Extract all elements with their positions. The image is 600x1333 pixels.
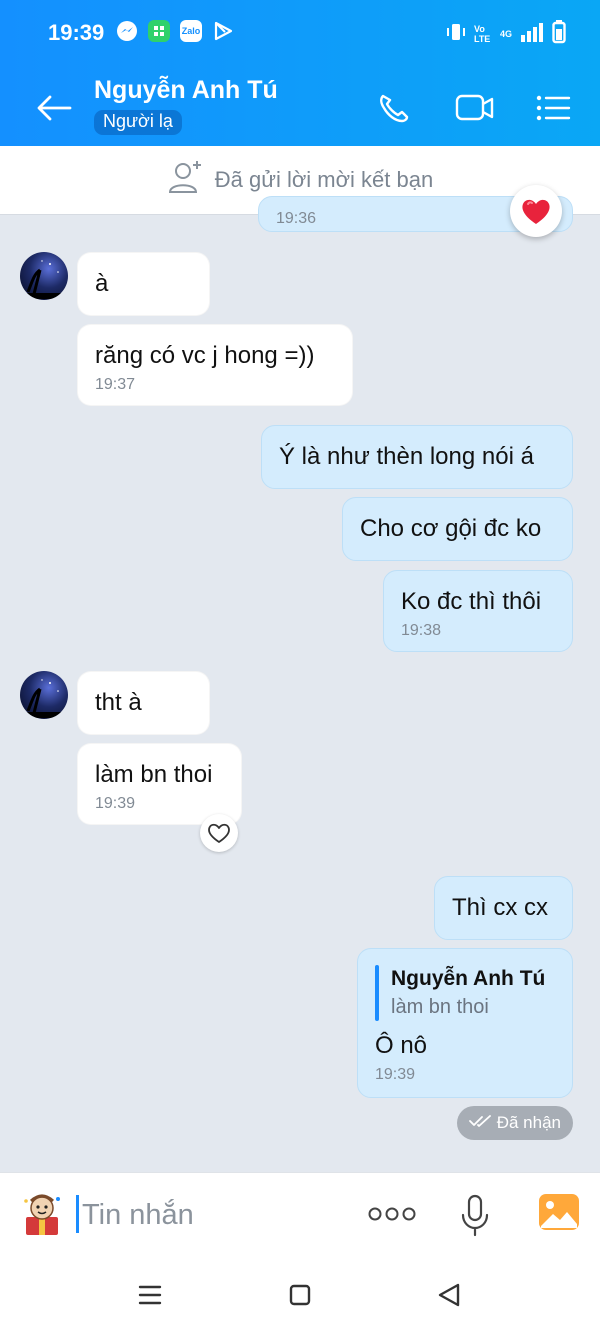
volte-label: Vo LTE: [473, 23, 491, 44]
system-nav-bar: [0, 1258, 600, 1333]
video-call-icon[interactable]: [455, 90, 495, 126]
delivery-status-badge: Đã nhận: [456, 1106, 573, 1140]
received-message-bubble[interactable]: răng có vc j hong =)) 19:37: [77, 324, 353, 406]
calculator-app-icon: [148, 20, 170, 42]
message-text: à: [95, 270, 109, 297]
message-time: 19:38: [401, 622, 442, 639]
back-triangle-icon[interactable]: [432, 1280, 468, 1310]
chat-header: 19:39 Zalo Vo LTE 4G Nguyễn Anh Tú Người…: [0, 0, 600, 146]
quote-bar: [375, 965, 379, 1021]
recents-menu-icon[interactable]: [132, 1280, 168, 1310]
message-composer: [0, 1172, 600, 1259]
message-time: 19:37: [95, 376, 136, 393]
microphone-icon[interactable]: [458, 1193, 492, 1237]
friend-request-text: Đã gửi lời mời kết bạn: [214, 167, 434, 192]
received-message-bubble[interactable]: à: [77, 252, 210, 316]
image-gallery-icon[interactable]: [537, 1192, 581, 1232]
battery-icon: [552, 20, 566, 47]
double-check-icon: [468, 1113, 491, 1133]
message-text: làm bn thoi: [95, 761, 213, 788]
quote-author: Nguyễn Anh Tú: [391, 967, 546, 990]
sent-message-bubble[interactable]: Ko đc thì thôi 19:38: [383, 570, 573, 652]
heart-outline-icon[interactable]: [200, 814, 238, 852]
received-message-bubble[interactable]: làm bn thoi 19:39: [77, 743, 242, 825]
message-text: tht à: [95, 689, 142, 716]
quote-text: làm bn thoi: [391, 996, 489, 1018]
phone-call-icon[interactable]: [374, 90, 414, 126]
sent-message-bubble[interactable]: Ý là như thèn long nói á: [261, 425, 573, 489]
status-system-icons: Vo LTE 4G: [446, 20, 566, 47]
message-text: Ko đc thì thôi: [401, 588, 542, 615]
received-message-bubble[interactable]: tht à: [77, 671, 210, 735]
home-square-icon[interactable]: [282, 1280, 318, 1310]
sticker-icon[interactable]: [20, 1191, 64, 1237]
play-store-icon: [212, 20, 234, 42]
message-text: Ô nô: [375, 1032, 428, 1059]
stranger-badge: Người lạ: [94, 110, 182, 135]
signal-icon: [520, 21, 544, 46]
text-caret: [76, 1195, 79, 1233]
message-text: Ý là như thèn long nói á: [279, 443, 534, 470]
message-text: Thì cx cx: [452, 894, 549, 921]
sent-message-bubble[interactable]: Cho cơ gội đc ko: [342, 497, 573, 561]
sent-message-bubble[interactable]: Thì cx cx: [434, 876, 573, 940]
contact-avatar[interactable]: [20, 671, 68, 719]
vibrate-icon: [446, 21, 466, 46]
add-friend-icon: [167, 159, 205, 201]
status-time: 19:39: [48, 20, 105, 45]
more-options-icon[interactable]: [366, 1201, 418, 1227]
status-bar: 19:39 Zalo Vo LTE 4G: [0, 0, 600, 66]
heart-react-button[interactable]: [510, 185, 562, 237]
zalo-app-icon: Zalo: [180, 20, 202, 42]
message-time: 19:39: [95, 795, 136, 812]
messenger-icon: [116, 20, 138, 42]
delivery-status-text: Đã nhận: [496, 1113, 561, 1132]
menu-list-icon[interactable]: [535, 90, 575, 126]
status-app-icons: Zalo: [116, 20, 234, 42]
sent-reply-bubble[interactable]: Nguyễn Anh Tú làm bn thoi Ô nô 19:39: [357, 948, 573, 1098]
message-input[interactable]: [80, 1191, 344, 1239]
contact-avatar[interactable]: [20, 252, 68, 300]
message-time: 19:39: [375, 1066, 416, 1083]
quoted-message[interactable]: Nguyễn Anh Tú làm bn thoi: [375, 965, 555, 1021]
message-text: răng có vc j hong =)): [95, 342, 315, 369]
back-arrow-icon[interactable]: [34, 90, 74, 126]
message-text: Cho cơ gội đc ko: [360, 515, 542, 542]
network-label: 4G: [499, 28, 512, 39]
contact-name[interactable]: Nguyễn Anh Tú: [94, 76, 278, 105]
